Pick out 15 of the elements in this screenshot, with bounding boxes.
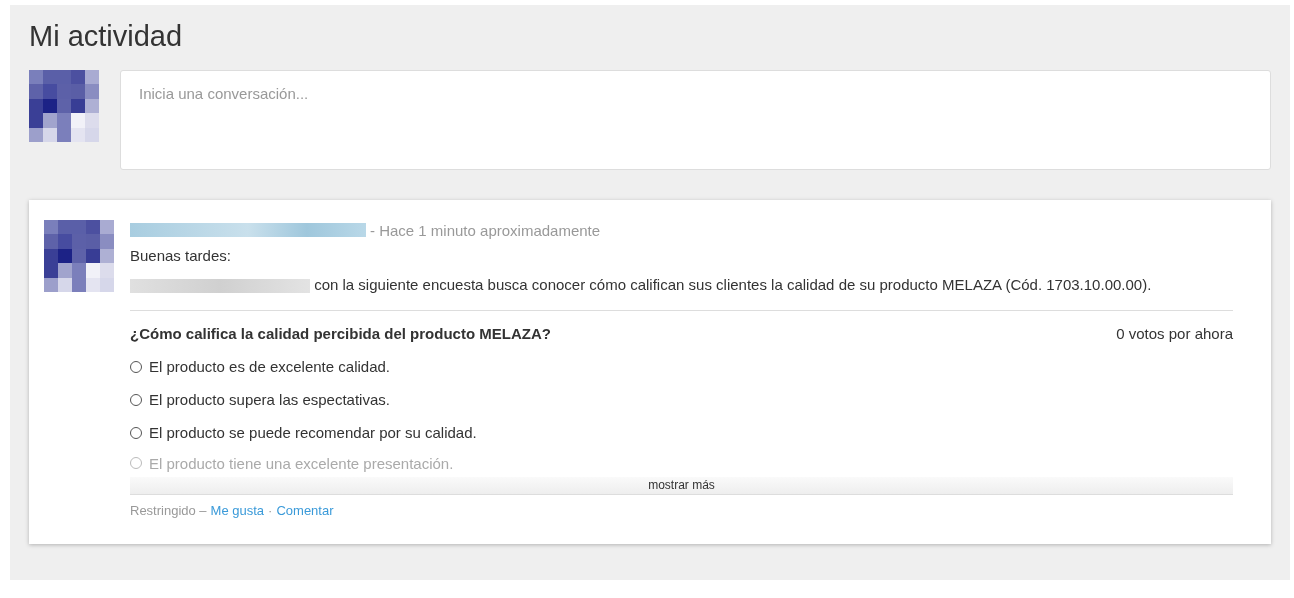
poll-option-label[interactable]: El producto se puede recomendar por su calidad. — [149, 424, 477, 441]
greeting-text: Buenas tardes: — [130, 246, 232, 266]
page-title: Mi actividad — [29, 19, 184, 53]
vote-count: 0 votos por ahora — [1116, 325, 1233, 342]
show-more-button[interactable]: mostrar más — [130, 477, 1233, 495]
conversation-input-field[interactable]: Inicia una conversación... — [120, 70, 1271, 170]
poll-option-label[interactable]: El producto supera las espectativas. — [149, 391, 390, 408]
visibility-label: Restringido – — [130, 503, 207, 518]
poll-question: ¿Cómo califica la calidad percibida del producto MELAZA? — [130, 325, 551, 342]
post-text: con la siguiente encuesta busca conocer cómo califican sus clientes la calidad de su producto MELAZA (Cód. 1703.10.00.00). — [130, 272, 1233, 298]
avatar-placeholder — [29, 70, 99, 142]
poll-option-label[interactable]: El producto es de excelente calidad. — [149, 358, 390, 375]
post-time: - Hace 1 minuto aproximadamente — [370, 221, 601, 239]
separator-dot: · — [268, 503, 273, 518]
avatar-placeholder — [44, 220, 114, 292]
